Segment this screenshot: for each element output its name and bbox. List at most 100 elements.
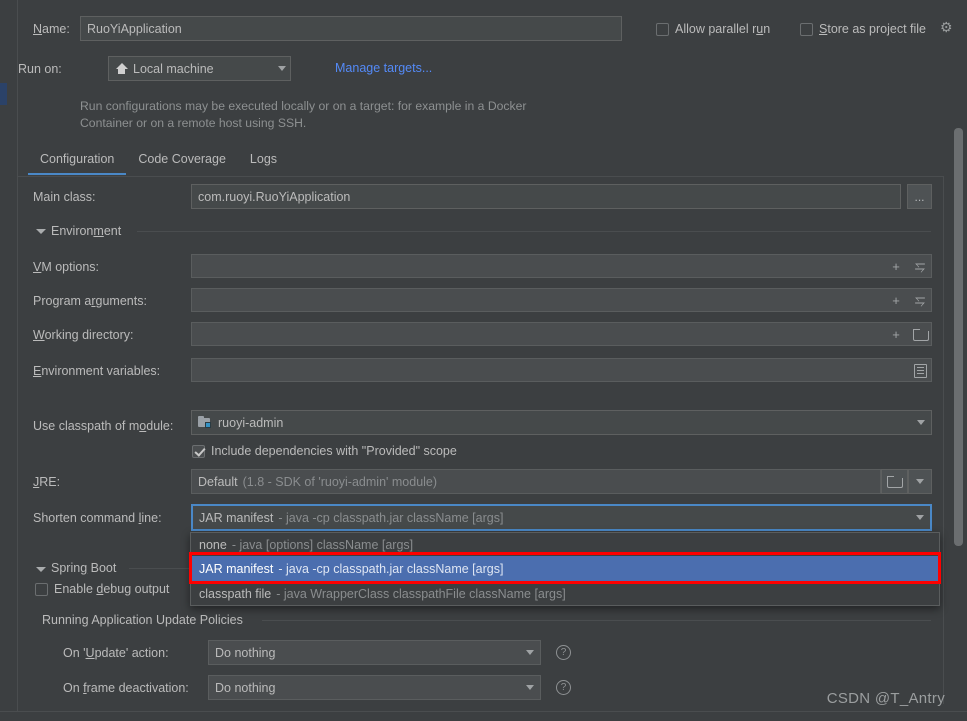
working-directory-input[interactable] xyxy=(191,322,932,346)
name-label: Name: xyxy=(33,22,70,36)
run-on-label: Run on: xyxy=(18,62,62,76)
working-directory-browse-icon[interactable] xyxy=(908,323,932,346)
chevron-down-icon xyxy=(278,66,286,71)
on-frame-help-icon[interactable]: ? xyxy=(556,680,571,695)
update-policies-section-line xyxy=(262,620,931,621)
program-arguments-expand-icon[interactable]: ⥧ xyxy=(908,289,932,312)
vm-options-expand-icon[interactable]: ⥧ xyxy=(908,255,932,278)
shorten-command-line-label: Shorten command line: xyxy=(33,511,162,525)
environment-variables-edit-icon[interactable] xyxy=(908,359,932,382)
spring-boot-collapse-icon[interactable] xyxy=(36,567,46,572)
module-icon xyxy=(198,416,212,429)
environment-variables-actions xyxy=(908,359,932,382)
folder-icon xyxy=(887,475,903,488)
bottom-strip xyxy=(0,711,967,721)
vertical-scrollbar-thumb[interactable] xyxy=(954,128,963,546)
on-update-chevron-down-icon xyxy=(526,650,534,655)
update-policies-section-title: Running Application Update Policies xyxy=(42,613,243,627)
run-on-value: Local machine xyxy=(133,61,214,76)
dropdown-item-jar-manifest[interactable]: JAR manifest - java -cp classpath.jar cl… xyxy=(191,556,939,582)
program-arguments-input[interactable] xyxy=(191,288,932,312)
shorten-command-line-dropdown[interactable]: none - java [options] className [args] J… xyxy=(190,532,940,606)
environment-variables-label: Environment variables: xyxy=(33,364,161,378)
vm-options-label: VM options: xyxy=(33,260,100,274)
enable-debug-output-row[interactable]: Enable debug output xyxy=(35,582,169,596)
dropdown-item-classpath-file[interactable]: classpath file - java WrapperClass class… xyxy=(191,582,939,605)
main-class-browse-button[interactable]: ... xyxy=(907,184,932,209)
jre-dropdown-button[interactable] xyxy=(908,469,932,494)
dropdown-item-classpath-file-name: classpath file xyxy=(199,586,272,601)
dropdown-item-jar-manifest-name: JAR manifest xyxy=(199,562,274,576)
dropdown-item-jar-manifest-hint: - java -cp classpath.jar className [args… xyxy=(278,562,504,576)
jre-chevron-down-icon xyxy=(916,479,924,484)
watermark: CSDN @T_Antry xyxy=(826,690,945,707)
run-configuration-dialog: Name: Allow parallel run Store as projec… xyxy=(0,0,967,721)
gear-icon[interactable]: ⚙ xyxy=(940,20,955,35)
on-update-action-value: Do nothing xyxy=(215,645,276,660)
vm-options-input[interactable] xyxy=(191,254,932,278)
run-on-hint: Run configurations may be executed local… xyxy=(80,99,527,130)
environment-section-title: Environment xyxy=(51,224,122,238)
main-class-label: Main class: xyxy=(33,190,96,204)
main-class-value: com.ruoyi.RuoYiApplication xyxy=(198,189,351,204)
shorten-command-line-value-hint: - java -cp classpath.jar className [args… xyxy=(278,510,504,525)
module-value: ruoyi-admin xyxy=(218,415,284,430)
name-input[interactable] xyxy=(80,16,622,41)
tab-code-coverage[interactable]: Code Coverage xyxy=(126,148,238,175)
include-provided-row[interactable]: Include dependencies with "Provided" sco… xyxy=(192,444,457,458)
dropdown-item-none[interactable]: none - java [options] className [args] xyxy=(191,533,939,556)
main-class-input[interactable]: com.ruoyi.RuoYiApplication xyxy=(191,184,901,209)
vm-options-actions: + ⥧ xyxy=(884,255,932,278)
spring-boot-section-title: Spring Boot xyxy=(51,561,117,575)
working-directory-actions: + xyxy=(884,323,932,346)
jre-value: Default xyxy=(198,474,238,489)
module-label: Use classpath of module: xyxy=(33,419,174,433)
shorten-command-line-combobox[interactable]: JAR manifest - java -cp classpath.jar cl… xyxy=(191,504,932,531)
working-directory-add-icon[interactable]: + xyxy=(884,323,908,346)
jre-value-hint: (1.8 - SDK of 'ruoyi-admin' module) xyxy=(242,474,438,489)
tab-bar: Configuration Code Coverage Logs xyxy=(28,148,289,175)
on-frame-chevron-down-icon xyxy=(526,685,534,690)
include-provided-label: Include dependencies with "Provided" sco… xyxy=(211,444,457,458)
program-arguments-add-icon[interactable]: + xyxy=(884,289,908,312)
on-frame-deactivation-label: On frame deactivation: xyxy=(63,681,189,695)
store-as-project-file-row[interactable]: Store as project file xyxy=(800,22,926,36)
on-update-action-label: On 'Update' action: xyxy=(63,646,169,660)
left-accent-stripe xyxy=(0,83,7,105)
program-arguments-actions: + ⥧ xyxy=(884,289,932,312)
allow-parallel-run-row[interactable]: Allow parallel run xyxy=(656,22,770,36)
tab-logs[interactable]: Logs xyxy=(238,148,289,175)
store-as-project-file-checkbox[interactable] xyxy=(800,22,813,36)
shorten-command-line-value: JAR manifest xyxy=(199,510,274,525)
program-arguments-label: Program arguments: xyxy=(33,294,147,308)
store-as-project-file-label: Store as project file xyxy=(819,22,927,36)
environment-collapse-icon[interactable] xyxy=(36,229,46,234)
dropdown-item-classpath-file-hint: - java WrapperClass classpathFile classN… xyxy=(276,586,566,601)
environment-section-line xyxy=(137,231,931,232)
enable-debug-output-checkbox[interactable] xyxy=(35,582,48,596)
enable-debug-output-label: Enable debug output xyxy=(54,582,170,596)
jre-browse-button[interactable] xyxy=(881,469,908,494)
vm-options-add-icon[interactable]: + xyxy=(884,255,908,278)
left-divider xyxy=(17,0,18,721)
tab-configuration[interactable]: Configuration xyxy=(28,148,127,175)
list-icon xyxy=(913,363,927,378)
on-update-help-icon[interactable]: ? xyxy=(556,645,571,660)
module-chevron-down-icon xyxy=(917,420,925,425)
module-combobox[interactable]: ruoyi-admin xyxy=(191,410,932,435)
environment-variables-input[interactable] xyxy=(191,358,932,382)
include-provided-checkbox[interactable] xyxy=(192,444,205,458)
on-frame-deactivation-combobox[interactable]: Do nothing xyxy=(208,675,541,700)
dropdown-item-none-hint: - java [options] className [args] xyxy=(231,537,414,552)
on-frame-deactivation-value: Do nothing xyxy=(215,680,276,695)
shorten-command-line-chevron-down-icon xyxy=(916,515,924,520)
on-update-action-combobox[interactable]: Do nothing xyxy=(208,640,541,665)
jre-input[interactable]: Default (1.8 - SDK of 'ruoyi-admin' modu… xyxy=(191,469,881,494)
jre-label: JRE: xyxy=(33,475,61,489)
allow-parallel-run-checkbox[interactable] xyxy=(656,22,669,36)
tab-underline xyxy=(18,176,943,177)
home-icon xyxy=(115,62,128,75)
manage-targets-link[interactable]: Manage targets... xyxy=(335,61,432,75)
run-on-combobox[interactable]: Local machine xyxy=(108,56,291,81)
left-gutter xyxy=(0,0,9,721)
